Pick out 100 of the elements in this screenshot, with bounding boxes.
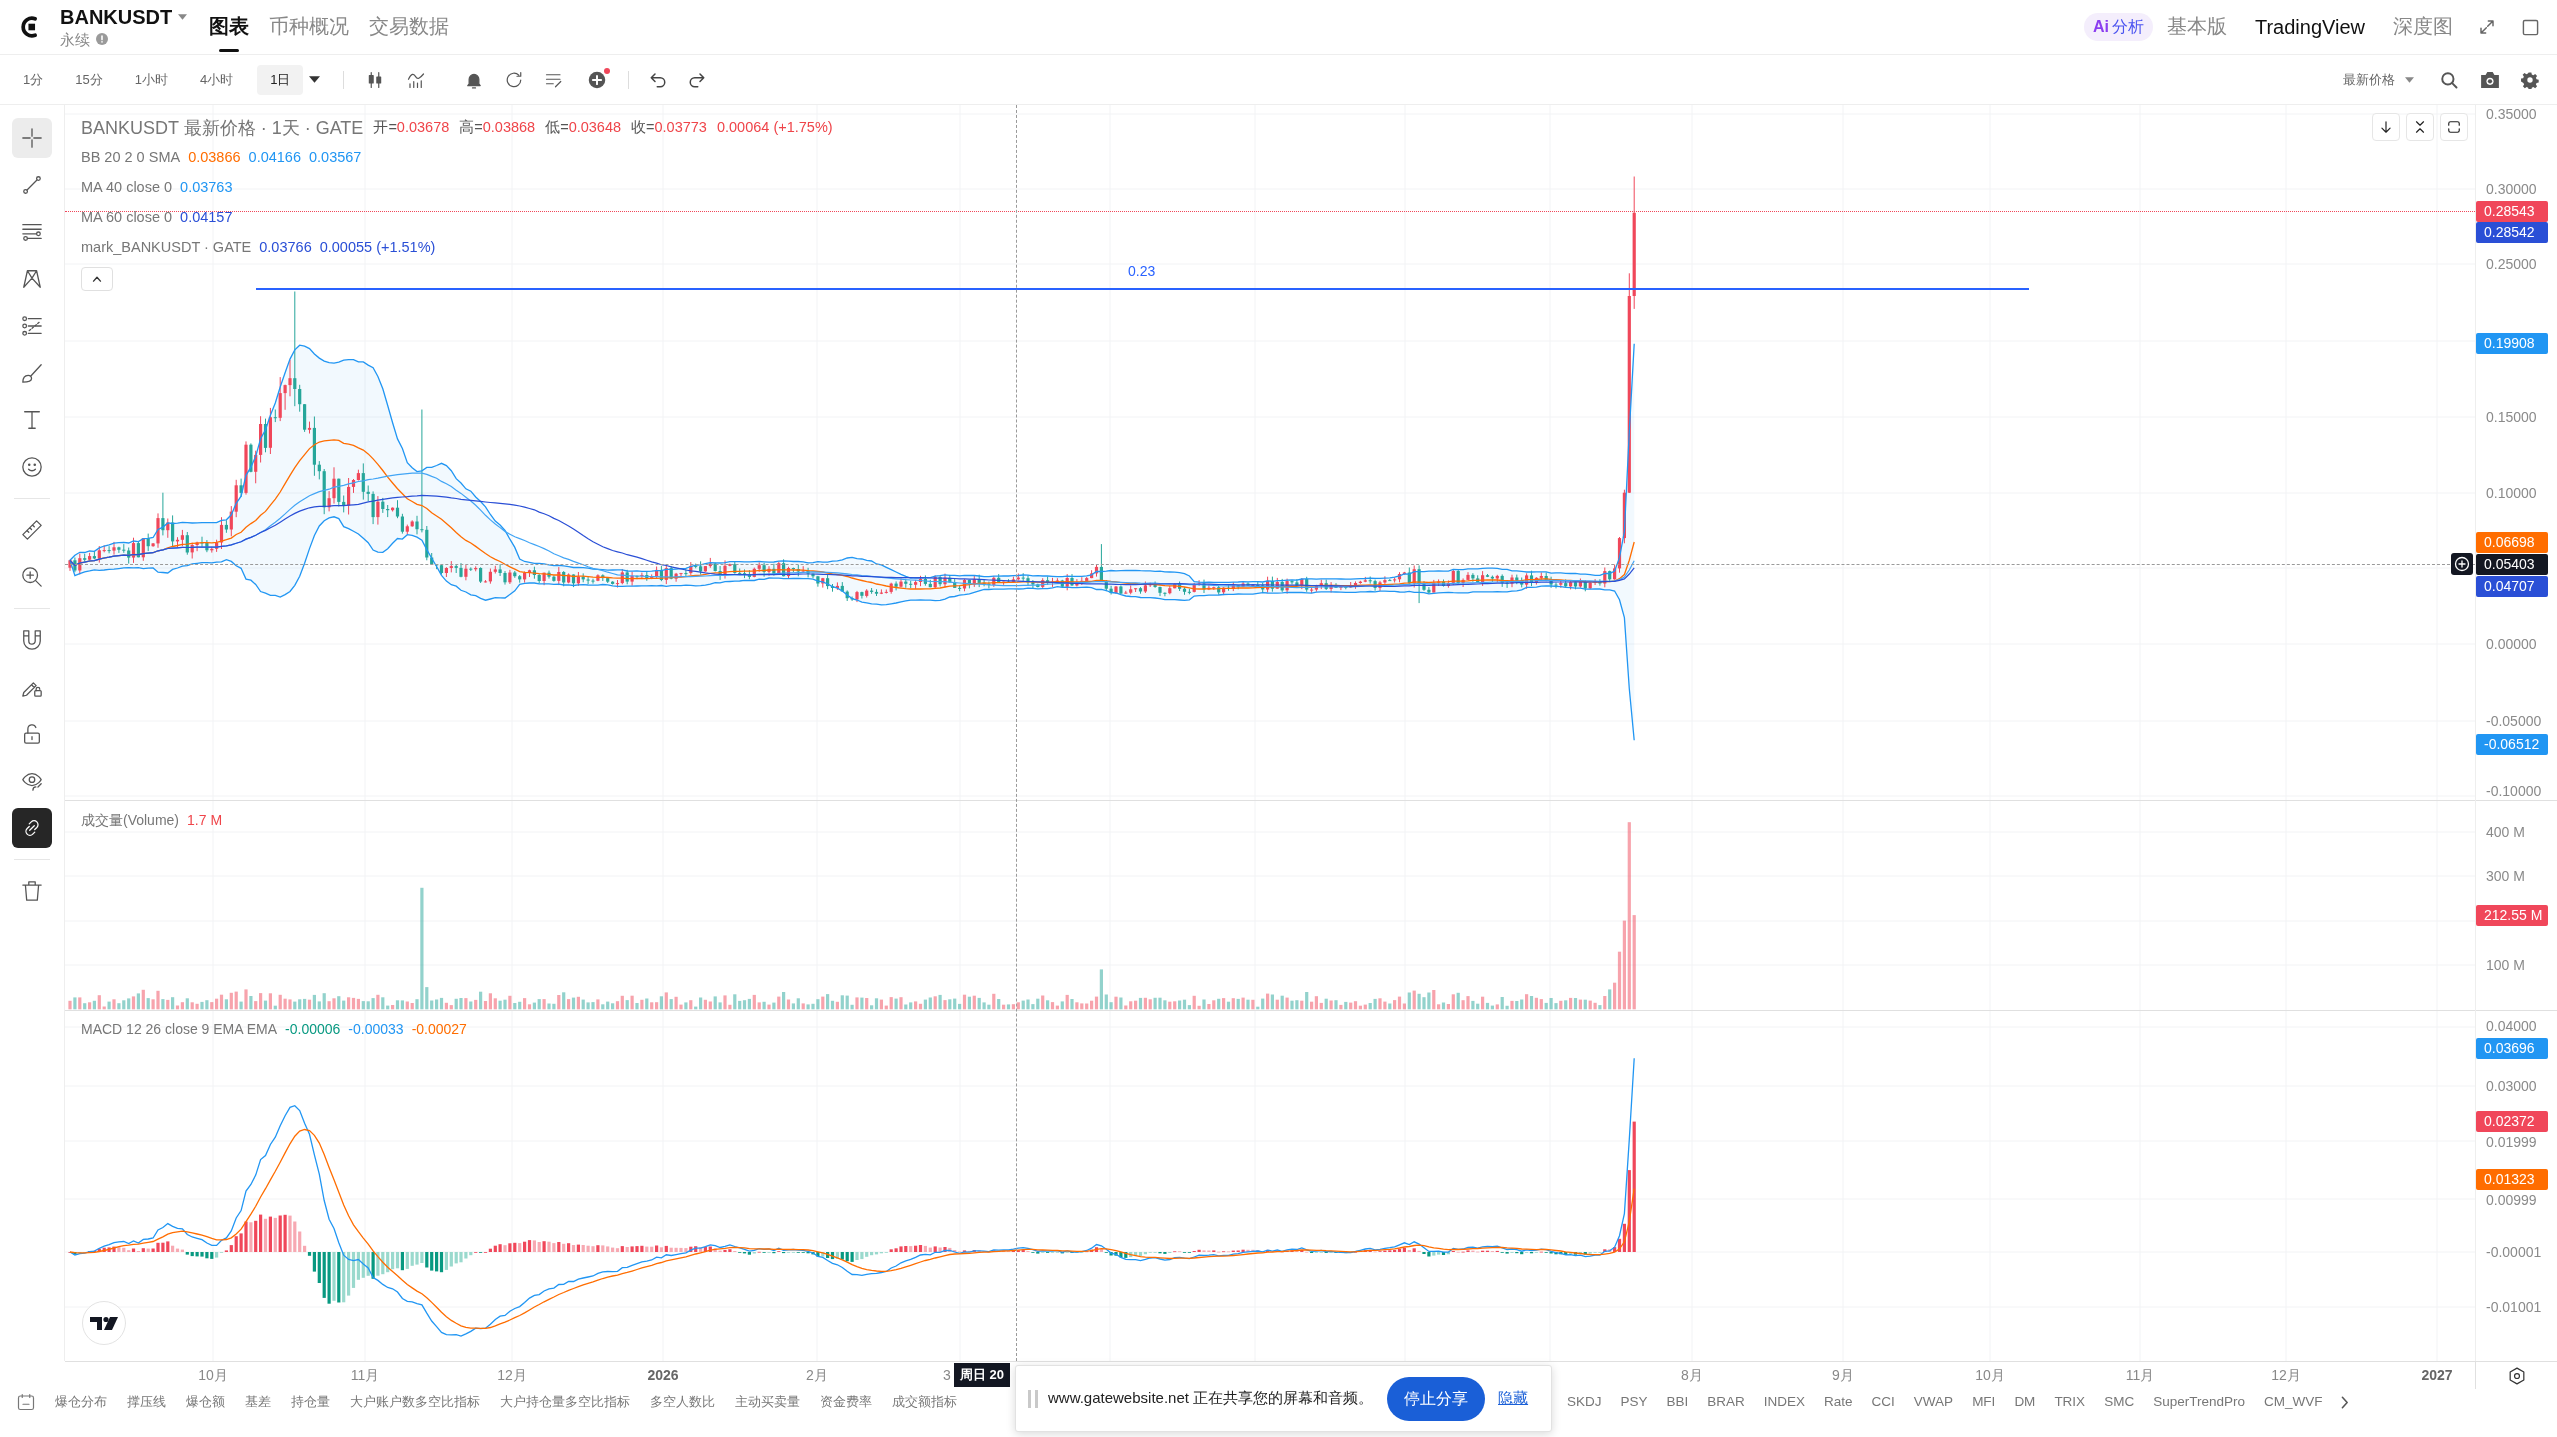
indicator-tab[interactable]: TRIX: [2054, 1392, 2086, 1412]
indicator-tab[interactable]: 爆仓分布: [55, 1392, 107, 1412]
view-tab[interactable]: 基本版: [2166, 12, 2227, 42]
ruler-icon: [21, 519, 43, 541]
axis-label: 400 M: [2486, 823, 2525, 841]
interval-tab[interactable]: 15分: [67, 64, 111, 95]
price-tag: 0.19908: [2476, 332, 2548, 354]
crosshair-time-label: 周日 20: [954, 1363, 1011, 1387]
pause-icon: [1028, 1389, 1038, 1408]
indicator-tab[interactable]: 成交额指标: [892, 1392, 957, 1412]
undo-icon[interactable]: [649, 70, 668, 89]
nav-tab[interactable]: 交易数据: [369, 0, 450, 55]
price-tag: 0.04707: [2476, 575, 2548, 597]
settings-icon[interactable]: [2507, 1366, 2526, 1385]
time-label: 3: [943, 1366, 951, 1384]
axis-label: 100 M: [2486, 956, 2525, 974]
interval-tab[interactable]: 1日: [257, 64, 304, 95]
indicator-tab[interactable]: 大户账户数多空比指标: [350, 1392, 480, 1412]
axis-label: 0.01999: [2486, 1133, 2537, 1151]
price-tag: 0.28542: [2476, 221, 2548, 243]
time-label: 2026: [647, 1366, 679, 1384]
pane-title: 成交量(Volume): [81, 810, 180, 830]
expand-icon[interactable]: [2479, 19, 2495, 35]
indicator-tab[interactable]: 资金费率: [820, 1392, 872, 1412]
axis-label: -0.10000: [2486, 782, 2542, 800]
chevron-right-icon[interactable]: [2341, 1395, 2350, 1409]
indicator-tab[interactable]: 撑压线: [127, 1392, 166, 1412]
time-label: 11月: [2125, 1366, 2155, 1384]
plus-circle-icon[interactable]: [588, 70, 607, 89]
padlock-icon: [21, 723, 43, 745]
zoom-in-icon: [21, 566, 43, 588]
price-tag: 0.02372: [2476, 1110, 2548, 1132]
indicator-tab[interactable]: SuperTrendPro: [2153, 1392, 2245, 1412]
price-tag: 0.06698: [2476, 531, 2548, 553]
contract-type: 永续: [60, 31, 90, 47]
indicator-tab[interactable]: Rate: [1824, 1392, 1853, 1412]
connected-points-icon: [21, 268, 43, 290]
settings-icon[interactable]: [2521, 70, 2539, 89]
indicator-tab[interactable]: 主动买卖量: [735, 1392, 800, 1412]
indicator-tab[interactable]: VWAP: [1913, 1392, 1954, 1412]
camera-icon[interactable]: [2481, 71, 2499, 88]
indicator-tab[interactable]: 持仓量: [291, 1392, 330, 1412]
dotted-levels-icon: [21, 315, 43, 337]
indicator-tab[interactable]: MFI: [1972, 1392, 1996, 1412]
indicator-tab[interactable]: SMC: [2104, 1392, 2135, 1412]
indicator-icon[interactable]: [407, 70, 426, 89]
interval-tab[interactable]: 1小时: [126, 64, 176, 95]
axis-label: 0.03000: [2486, 1077, 2537, 1095]
nav-tab[interactable]: 图表: [209, 0, 250, 55]
indicator-tab[interactable]: BRAR: [1707, 1392, 1745, 1412]
indicator-tab[interactable]: PSY: [1620, 1392, 1648, 1412]
square-icon[interactable]: [2522, 18, 2539, 36]
circular-arrow-icon[interactable]: [505, 70, 524, 89]
interval-tab[interactable]: 1分: [15, 64, 52, 95]
trash-icon: [21, 880, 43, 902]
indicator-tab[interactable]: DM: [2014, 1392, 2036, 1412]
hide-link[interactable]: 隐藏: [1498, 1387, 1529, 1410]
time-label: 12月: [497, 1366, 527, 1384]
search-icon[interactable]: [2440, 70, 2458, 89]
smiley-icon: [21, 456, 43, 478]
axis-label: 300 M: [2486, 867, 2525, 885]
redo-icon[interactable]: [688, 70, 707, 89]
price-source-dropdown[interactable]: 最新价格: [2343, 69, 2414, 90]
indicator-tab[interactable]: BBI: [1666, 1392, 1689, 1412]
axis-label: 0.25000: [2486, 255, 2537, 273]
time-label: 8月: [1681, 1366, 1703, 1384]
axis-label: 0.00999: [2486, 1191, 2537, 1209]
axis-label: 0.35000: [2486, 105, 2537, 123]
axis-label: -0.05000: [2486, 712, 2542, 730]
volume-value: 1.7 M: [187, 810, 223, 830]
nav-tab[interactable]: 币种概况: [269, 0, 350, 55]
caret-down-icon[interactable]: [309, 76, 321, 83]
view-tab[interactable]: TradingView: [2254, 12, 2365, 42]
parallel-lines-icon: [21, 221, 43, 243]
interval-tab[interactable]: 4小时: [191, 64, 242, 95]
time-label: 2月: [806, 1366, 828, 1384]
tool-button[interactable]: [12, 808, 52, 848]
indicator-tab[interactable]: 多空人数比: [650, 1392, 715, 1412]
calendar-icon[interactable]: [17, 1393, 35, 1411]
time-label: 11月: [350, 1366, 380, 1384]
axis-label: -0.01001: [2486, 1298, 2542, 1316]
ai-analysis-button[interactable]: Ai 分析: [2083, 13, 2153, 41]
caret-down-icon: [2405, 76, 2414, 83]
indicator-tab[interactable]: 基差: [245, 1392, 271, 1412]
indicator-tab[interactable]: SKDJ: [1567, 1392, 1602, 1412]
crosshair-icon: [21, 127, 43, 149]
indicator-tab[interactable]: CM_WVF: [2263, 1392, 2323, 1412]
text-icon: [21, 409, 43, 431]
logo-icon[interactable]: [20, 16, 38, 38]
symbol-name[interactable]: BANKUSDT: [60, 7, 173, 27]
price-tag: 0.01323: [2476, 1168, 2548, 1190]
eye-icon: [21, 770, 43, 792]
price-tag: 0.03696: [2476, 1037, 2548, 1059]
indicator-tab[interactable]: 大户持仓量多空比指标: [500, 1392, 630, 1412]
indicator-tab[interactable]: CCI: [1871, 1392, 1895, 1412]
view-tab[interactable]: 深度图: [2393, 12, 2453, 42]
price-tag: 0.28543: [2476, 200, 2548, 222]
stop-sharing-button[interactable]: 停止分享: [1387, 1376, 1486, 1421]
indicator-tab[interactable]: 爆仓额: [186, 1392, 225, 1412]
indicator-tab[interactable]: INDEX: [1763, 1392, 1806, 1412]
